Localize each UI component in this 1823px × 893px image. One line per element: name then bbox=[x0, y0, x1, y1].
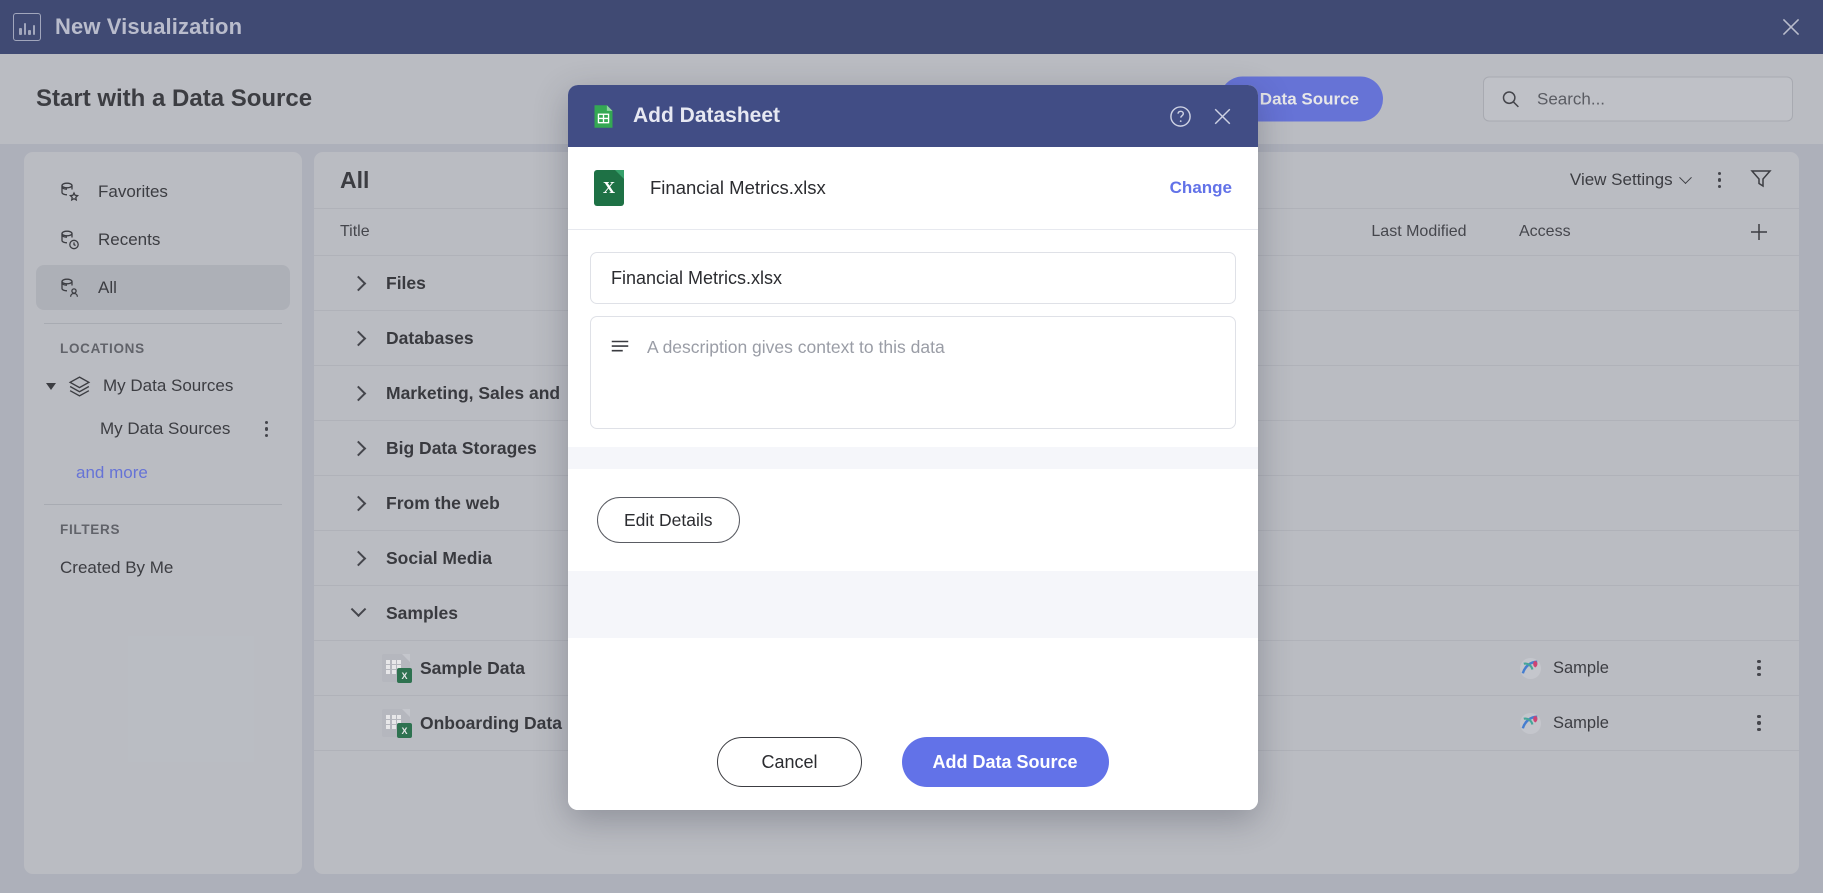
description-textarea[interactable] bbox=[645, 334, 1217, 411]
add-datasheet-dialog: Add Datasheet X Financial Metrics.xlsx C… bbox=[568, 85, 1258, 810]
dialog-form bbox=[568, 230, 1258, 429]
google-sheets-icon bbox=[594, 104, 613, 128]
close-icon[interactable] bbox=[1204, 98, 1240, 134]
description-lines-icon bbox=[611, 340, 629, 352]
help-circle-icon[interactable] bbox=[1162, 98, 1198, 134]
dialog-footer: Cancel Add Data Source bbox=[568, 714, 1258, 810]
dialog-empty-area bbox=[568, 571, 1258, 638]
add-data-source-submit-button[interactable]: Add Data Source bbox=[901, 737, 1109, 787]
dialog-header: Add Datasheet bbox=[568, 85, 1258, 147]
dialog-details-section: Edit Details bbox=[568, 469, 1258, 714]
excel-file-icon: X bbox=[594, 170, 624, 206]
selected-file-row: X Financial Metrics.xlsx Change bbox=[568, 147, 1258, 229]
selected-file-name: Financial Metrics.xlsx bbox=[650, 177, 826, 198]
edit-details-button[interactable]: Edit Details bbox=[597, 497, 740, 543]
change-file-link[interactable]: Change bbox=[1170, 178, 1232, 198]
cancel-button[interactable]: Cancel bbox=[717, 737, 862, 787]
dialog-title: Add Datasheet bbox=[633, 104, 781, 127]
datasheet-name-input[interactable] bbox=[590, 252, 1236, 304]
app-window: New Visualization Start with a Data Sour… bbox=[0, 0, 1823, 893]
dialog-band-separator bbox=[568, 447, 1258, 469]
description-field-wrapper[interactable] bbox=[590, 316, 1236, 429]
